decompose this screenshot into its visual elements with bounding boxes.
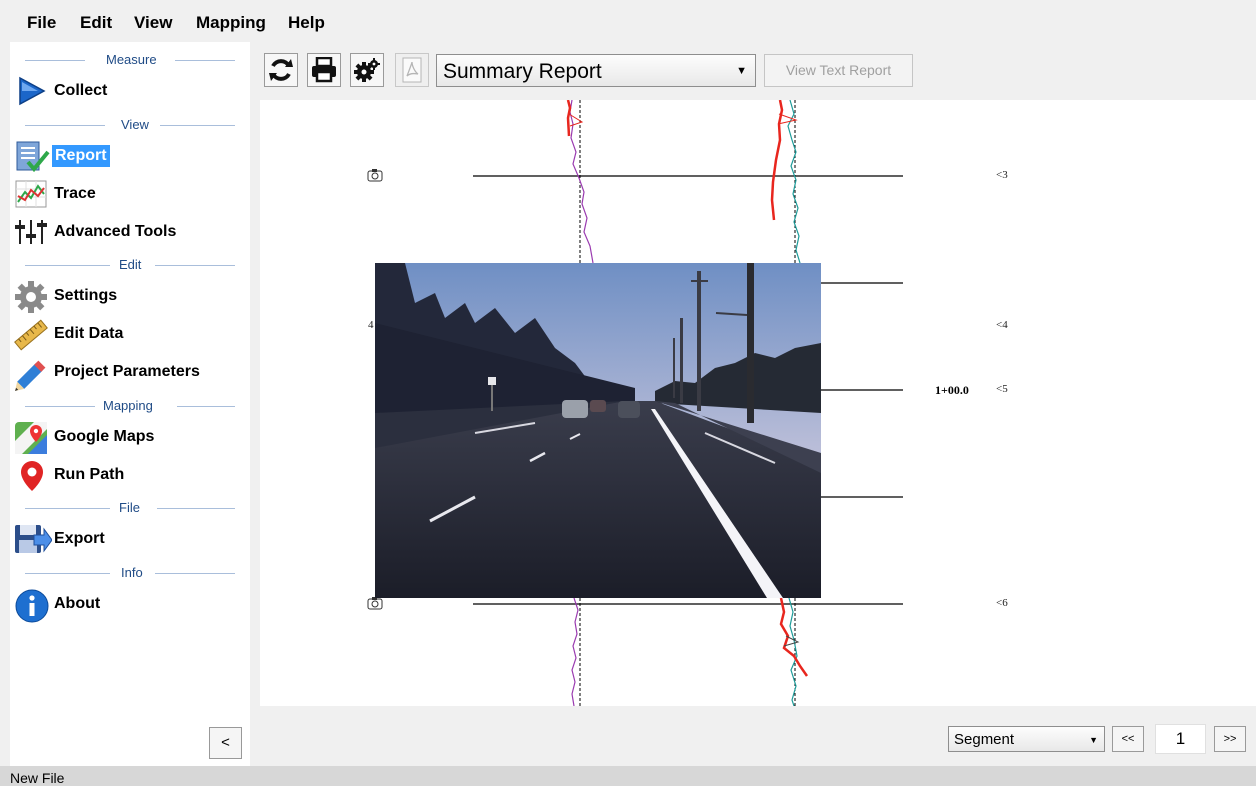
- floppy-export-icon: [14, 523, 53, 555]
- report-settings-button[interactable]: [350, 53, 384, 87]
- trace-red-left: [566, 100, 572, 137]
- trace-purple-left-lower: [571, 597, 579, 706]
- sidebar-item-label: Collect: [54, 82, 108, 99]
- section-edit: Edit: [25, 257, 235, 273]
- sidebar-item-label: Settings: [54, 287, 118, 304]
- map-icon: [14, 421, 50, 454]
- road-photo[interactable]: [375, 263, 821, 598]
- menu-view[interactable]: View: [134, 13, 172, 33]
- sidebar-item-google-maps[interactable]: Google Maps: [14, 421, 244, 454]
- sidebar-item-label: About: [54, 595, 101, 612]
- location-pin-icon: [14, 459, 50, 491]
- section-mapping: Mapping: [25, 398, 235, 414]
- report-type-value: Summary Report: [443, 60, 602, 83]
- info-icon: [14, 588, 50, 623]
- status-text: New File: [10, 770, 65, 786]
- event-marker[interactable]: <6: [996, 597, 1008, 609]
- trace-chart-icon: [14, 178, 50, 210]
- camera-icon: [367, 597, 383, 610]
- sidebar-item-advanced-tools[interactable]: Advanced Tools: [14, 216, 244, 248]
- view-text-report-button[interactable]: View Text Report: [764, 54, 913, 87]
- menu-file[interactable]: File: [27, 13, 56, 33]
- sidebar-item-collect[interactable]: Collect: [14, 75, 244, 107]
- report-type-select[interactable]: Summary Report ▼: [436, 54, 756, 87]
- sidebar-item-edit-data[interactable]: Edit Data: [14, 318, 244, 351]
- sidebar-item-export[interactable]: Export: [14, 523, 244, 555]
- sidebar-item-run-path[interactable]: Run Path: [14, 459, 244, 491]
- sidebar-item-label: Report: [52, 145, 110, 167]
- pdf-export-button[interactable]: [395, 53, 429, 87]
- sidebar-item-trace[interactable]: Trace: [14, 178, 244, 210]
- sidebar-item-about[interactable]: About: [14, 588, 244, 623]
- refresh-button[interactable]: [264, 53, 298, 87]
- sidebar-item-label: Advanced Tools: [54, 223, 177, 240]
- sidebar-item-label: Google Maps: [54, 428, 155, 445]
- sidebar-item-label: Project Parameters: [54, 363, 200, 380]
- sidebar-item-label: Run Path: [54, 466, 125, 483]
- print-button[interactable]: [307, 53, 341, 87]
- chevron-down-icon: ▼: [736, 65, 747, 77]
- report-view[interactable]: <3 4 <4 <5 <6 1+00.0: [260, 100, 1256, 706]
- previous-page-button[interactable]: <<: [1112, 726, 1144, 752]
- trace-teal-right: [787, 100, 801, 264]
- next-page-button[interactable]: >>: [1214, 726, 1246, 752]
- section-info: Info: [25, 565, 235, 581]
- menu-help[interactable]: Help: [288, 13, 325, 33]
- collapse-sidebar-button[interactable]: <: [209, 727, 242, 759]
- menu-bar: File Edit View Mapping Help: [0, 0, 1256, 42]
- menu-mapping[interactable]: Mapping: [196, 13, 266, 33]
- event-marker[interactable]: <3: [996, 169, 1008, 181]
- status-bar: New File: [0, 766, 1256, 786]
- sidebar: Measure Collect View Report Trace Advanc…: [10, 42, 250, 766]
- section-measure: Measure: [25, 52, 235, 68]
- navigation-mode-select[interactable]: Segment ▼: [948, 726, 1105, 752]
- sidebar-item-settings[interactable]: Settings: [14, 280, 244, 313]
- section-view: View: [25, 117, 235, 133]
- menu-edit[interactable]: Edit: [80, 13, 112, 33]
- navigation-mode-value: Segment: [954, 731, 1015, 748]
- gear-icon: [14, 280, 50, 313]
- sidebar-item-label: Trace: [54, 185, 96, 202]
- station-label: 1+00.0: [935, 383, 969, 397]
- trace-red-right: [770, 100, 784, 221]
- camera-icon: [367, 169, 383, 182]
- sidebar-item-label: Export: [54, 530, 105, 547]
- play-icon: [14, 75, 50, 107]
- event-marker[interactable]: <4: [996, 319, 1008, 331]
- event-marker[interactable]: <5: [996, 383, 1008, 395]
- chevron-down-icon: ▼: [1089, 735, 1098, 745]
- sidebar-item-project-parameters[interactable]: Project Parameters: [14, 356, 244, 391]
- ruler-icon: [14, 318, 50, 351]
- sliders-icon: [14, 216, 50, 248]
- section-file: File: [25, 500, 235, 516]
- event-marker-partial: 4: [368, 319, 374, 331]
- pencil-icon: [14, 356, 50, 391]
- page-number-input[interactable]: 1: [1155, 724, 1206, 754]
- sidebar-item-label: Edit Data: [54, 325, 124, 342]
- sidebar-item-report[interactable]: Report: [14, 140, 244, 173]
- report-icon: [14, 140, 50, 173]
